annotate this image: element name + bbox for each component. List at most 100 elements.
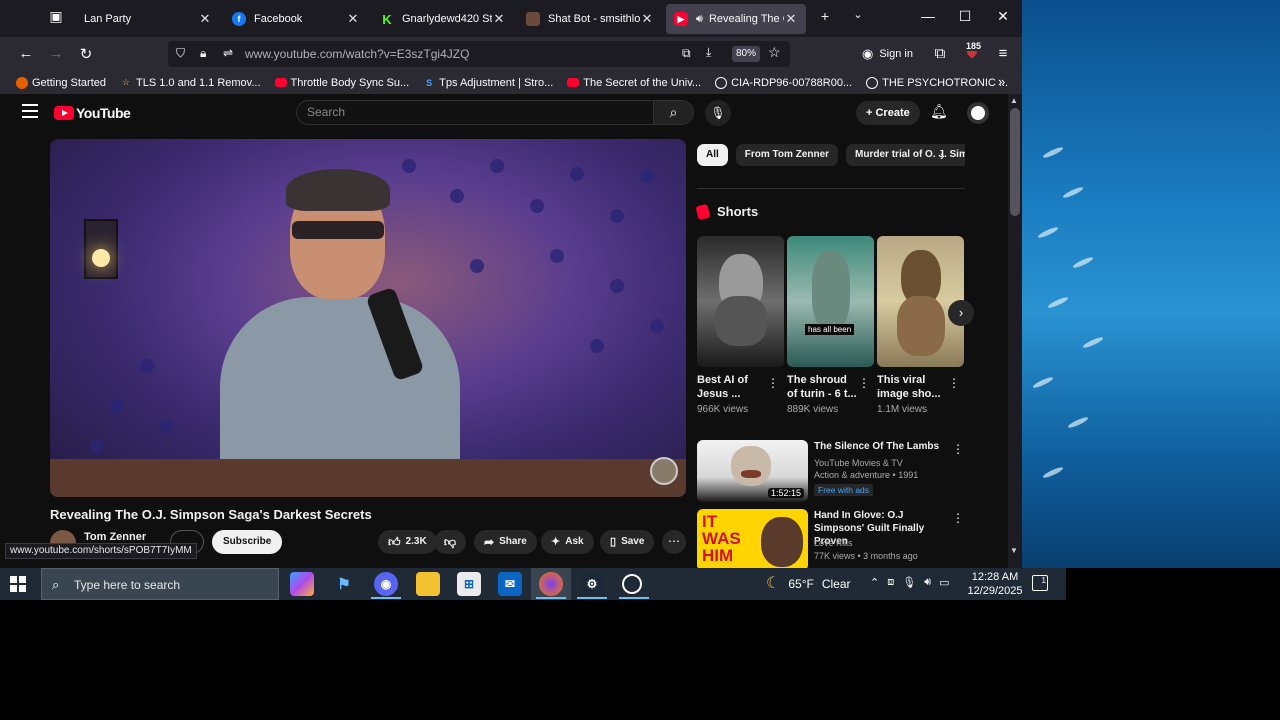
- bookmark-tps-adjustment[interactable]: S Tps Adjustment | Stro...: [423, 77, 553, 89]
- close-tab-icon[interactable]: ✕: [492, 11, 506, 27]
- copilot-icon[interactable]: [290, 572, 314, 596]
- weather-widget[interactable]: ☾ 65°F Clear: [766, 568, 851, 600]
- more-actions-icon[interactable]: ⋯: [662, 530, 686, 554]
- tab-lan-party[interactable]: Lan Party ✕: [76, 4, 220, 34]
- more-bookmarks-icon[interactable]: »: [998, 74, 1005, 89]
- zoom-level[interactable]: 80%: [732, 46, 760, 62]
- bookmark-tls[interactable]: ☆ TLS 1.0 and 1.1 Remov...: [120, 77, 261, 89]
- shorts-next-chevron-icon[interactable]: ›: [948, 300, 974, 326]
- dislike-button[interactable]: 👎︎: [434, 530, 466, 554]
- volume-icon[interactable]: 🔊︎: [924, 576, 931, 589]
- short-title[interactable]: The shroud of turin - 6 t...: [787, 373, 857, 401]
- short-thumbnail[interactable]: [877, 236, 964, 367]
- outlook-icon[interactable]: ✉: [498, 572, 522, 596]
- list-tabs-chevron-icon[interactable]: ⌄: [848, 8, 868, 21]
- short-thumbnail[interactable]: has all been: [787, 236, 874, 367]
- close-tab-icon[interactable]: ✕: [346, 11, 360, 27]
- scroll-up-arrow-icon[interactable]: ▲: [1010, 96, 1018, 105]
- close-tab-icon[interactable]: ✕: [784, 11, 798, 27]
- url-bar[interactable]: ⛉ 🔒︎ ⇌ www.youtube.com/watch?v=E3szTgi4J…: [168, 41, 790, 67]
- short-title[interactable]: This viral image sho...: [877, 373, 947, 401]
- tab-kick-stream[interactable]: K Gnarlydewd420 Stream ✕: [372, 4, 514, 34]
- speaker-icon[interactable]: 🔊︎: [696, 13, 703, 26]
- recommendation-thumbnail[interactable]: IT WAS HIM: [697, 509, 808, 568]
- search-button[interactable]: ⌕: [654, 100, 694, 125]
- maximize-icon[interactable]: ☐: [955, 8, 975, 25]
- url-text[interactable]: www.youtube.com/watch?v=E3szTgi4JZQ: [245, 47, 469, 61]
- notification-center-icon[interactable]: 1: [1032, 575, 1048, 591]
- save-page-icon[interactable]: ⤓: [706, 45, 711, 60]
- tab-overview-icon[interactable]: ▣: [46, 8, 66, 25]
- user-avatar[interactable]: [967, 102, 989, 124]
- taskbar-search-input[interactable]: ⌕ Type here to search: [41, 568, 279, 600]
- forward-icon[interactable]: →: [46, 45, 66, 62]
- permissions-icon[interactable]: ⇌: [223, 46, 233, 60]
- bookmark-cia-rdp[interactable]: CIA-RDP96-00788R00...: [715, 76, 852, 89]
- search-input[interactable]: Search: [296, 100, 654, 125]
- save-button[interactable]: ▯ Save: [600, 530, 655, 554]
- discord-icon[interactable]: ◉: [374, 572, 398, 596]
- short-title[interactable]: Best AI of Jesus ...: [697, 373, 767, 401]
- extensions-icon[interactable]: ⧉: [930, 45, 950, 62]
- windows-start-icon[interactable]: [10, 576, 26, 592]
- notifications-bell-icon[interactable]: 🔔︎: [930, 103, 948, 120]
- short-thumbnail[interactable]: [697, 236, 784, 367]
- youtube-logo[interactable]: YouTube: [54, 105, 131, 121]
- create-button[interactable]: + Create: [856, 101, 920, 125]
- system-clock[interactable]: 12:28 AM 12/29/2025: [966, 570, 1024, 598]
- recommendation-thumbnail[interactable]: 1:52:15: [697, 440, 808, 502]
- back-icon[interactable]: ←: [16, 45, 36, 62]
- minimize-icon[interactable]: —: [918, 8, 938, 24]
- file-explorer-icon[interactable]: [416, 572, 440, 596]
- short-more-icon[interactable]: ⋮: [858, 376, 870, 390]
- chip-all[interactable]: All: [697, 144, 728, 166]
- page-scrollbar[interactable]: ▲ ▼: [1008, 94, 1022, 568]
- recommendation-title[interactable]: The Silence Of The Lambs: [814, 440, 944, 453]
- bookmark-star-icon[interactable]: ☆: [768, 44, 781, 61]
- ask-button[interactable]: ✦ Ask: [541, 530, 594, 554]
- show-hidden-icons-chevron-icon[interactable]: ⌃: [870, 576, 879, 589]
- channel-name[interactable]: Tom Zenner: [84, 531, 146, 543]
- bookmark-psychotronic[interactable]: THE PSYCHOTRONIC ...: [866, 76, 1008, 89]
- obs-icon[interactable]: [622, 574, 642, 594]
- voice-search-mic-icon[interactable]: 🎙︎: [705, 100, 731, 126]
- reload-icon[interactable]: ↻: [76, 45, 96, 63]
- lock-icon[interactable]: 🔒︎: [200, 46, 206, 61]
- recommendation-more-icon[interactable]: ⋮: [952, 511, 964, 525]
- firefox-icon[interactable]: [539, 572, 563, 596]
- scrollbar-thumb[interactable]: [1010, 108, 1020, 216]
- network-app-icon[interactable]: ⚑: [332, 572, 356, 596]
- recommendation-more-icon[interactable]: ⋮: [952, 442, 964, 456]
- picture-in-picture-icon[interactable]: ⧉: [682, 46, 691, 61]
- close-tab-icon[interactable]: ✕: [640, 11, 654, 27]
- close-window-icon[interactable]: ✕: [993, 8, 1013, 25]
- recommendation-item[interactable]: IT WAS HIM Hand In Glove: O.J Simpsons' …: [697, 509, 967, 568]
- tab-facebook[interactable]: f Facebook ✕: [224, 4, 368, 34]
- sign-in-button[interactable]: ◉ Sign in: [862, 43, 913, 65]
- bookmark-getting-started[interactable]: Getting Started: [16, 76, 106, 89]
- recommendation-item[interactable]: 1:52:15 The Silence Of The Lambs YouTube…: [697, 440, 967, 502]
- chip-murder-trial[interactable]: Murder trial of O. J. Simpson: [846, 144, 965, 166]
- microphone-icon[interactable]: 🎙︎: [902, 576, 916, 589]
- tab-youtube-active[interactable]: ▶ 🔊︎ Revealing The O.J. ✕: [666, 4, 806, 34]
- bookmark-throttle-body[interactable]: Throttle Body Sync Su...: [274, 77, 409, 89]
- short-more-icon[interactable]: ⋮: [948, 376, 960, 390]
- subscribe-button[interactable]: Subscribe: [212, 530, 283, 554]
- device-icon[interactable]: ⧈: [887, 576, 894, 589]
- bookmark-secret-universe[interactable]: The Secret of the Univ...: [567, 77, 701, 89]
- microsoft-store-icon[interactable]: ⊞: [457, 572, 481, 596]
- channel-watermark[interactable]: [650, 457, 678, 485]
- chips-next-chevron-icon[interactable]: ›: [940, 147, 945, 163]
- tab-shat-bot[interactable]: Shat Bot - smsithlord.c ✕: [518, 4, 662, 34]
- like-button[interactable]: 👍︎ 2.3K: [378, 530, 437, 554]
- video-player[interactable]: [50, 139, 686, 497]
- chip-from-tom-zenner[interactable]: From Tom Zenner: [735, 144, 839, 166]
- new-tab-icon[interactable]: +: [815, 8, 835, 24]
- close-tab-icon[interactable]: ✕: [198, 11, 212, 27]
- steam-icon[interactable]: ⚙: [580, 572, 604, 596]
- share-button[interactable]: ➦ Share: [474, 530, 537, 554]
- tracking-shield-icon[interactable]: ⛉: [176, 46, 185, 61]
- short-more-icon[interactable]: ⋮: [767, 376, 779, 390]
- hamburger-menu-icon[interactable]: [22, 104, 38, 118]
- network-icon[interactable]: ▭: [939, 576, 949, 589]
